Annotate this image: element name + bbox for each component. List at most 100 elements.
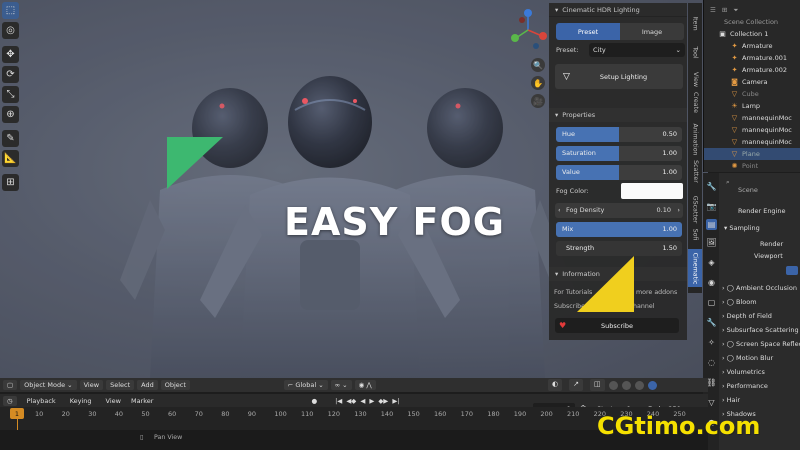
bloom-section[interactable]: › ◯ Bloom bbox=[722, 298, 757, 306]
object-icon[interactable]: ▢ bbox=[706, 297, 717, 308]
fog-color-swatch[interactable] bbox=[621, 183, 683, 199]
editor-type-icon[interactable]: ▢ bbox=[3, 380, 18, 390]
samples-field[interactable] bbox=[786, 266, 798, 275]
tab-preset[interactable]: Preset bbox=[556, 23, 620, 40]
play-icon[interactable]: ▶ bbox=[369, 397, 374, 405]
outliner-item[interactable]: ✦ Armature bbox=[704, 40, 800, 52]
transform-orientation-dropdown[interactable]: ⌐ Global ⌄ bbox=[283, 380, 328, 390]
outliner-item[interactable]: ▽ mannequinMoc bbox=[704, 112, 800, 124]
menu-add[interactable]: Add bbox=[137, 380, 158, 390]
outliner-item[interactable]: ▽ Cube bbox=[704, 88, 800, 100]
chevron-right-icon[interactable]: › bbox=[677, 206, 680, 214]
prev-key-icon[interactable]: ◀◆ bbox=[346, 397, 356, 405]
solid-shading-icon[interactable] bbox=[621, 381, 631, 390]
cursor-icon[interactable]: ◎ bbox=[2, 22, 19, 39]
ambient-occlusion-section[interactable]: › ◯ Ambient Occlusion bbox=[722, 284, 797, 292]
saturation-slider[interactable]: Saturation 1.00 bbox=[556, 146, 682, 161]
view-layer-icon[interactable]: ⊞ bbox=[722, 6, 727, 14]
strength-field[interactable]: Strength 1.50 bbox=[556, 241, 682, 256]
outliner-item-selected[interactable]: ▽ Plane bbox=[704, 148, 800, 160]
setup-lighting-button[interactable]: ▽ Setup Lighting bbox=[555, 64, 683, 89]
tab-scatter[interactable]: Scatter bbox=[688, 155, 702, 187]
annotate-icon[interactable]: ✎ bbox=[2, 130, 19, 147]
tool-icon[interactable]: 🔧 bbox=[706, 181, 717, 192]
volumetrics-section[interactable]: › Volumetrics bbox=[722, 368, 765, 376]
tab-image[interactable]: Image bbox=[620, 23, 684, 40]
camera-view-icon[interactable]: 🎥 bbox=[531, 94, 545, 108]
sampling-section[interactable]: ▾ Sampling bbox=[724, 224, 760, 232]
menu-view[interactable]: View bbox=[79, 380, 104, 390]
outliner-item[interactable]: ☀ Lamp bbox=[704, 100, 800, 112]
xray-icon[interactable]: ◫ bbox=[589, 379, 605, 391]
motion-blur-section[interactable]: › ◯ Motion Blur bbox=[722, 354, 773, 362]
outliner-item[interactable]: ✺ Point bbox=[704, 160, 800, 172]
gizmo-icon[interactable]: ↗ bbox=[569, 379, 583, 391]
rendered-shading-icon[interactable] bbox=[647, 381, 657, 390]
move-icon[interactable]: ✥ bbox=[2, 46, 19, 63]
tab-item[interactable]: Item bbox=[688, 9, 702, 37]
mix-slider[interactable]: Mix 1.00 bbox=[556, 222, 682, 237]
hair-section[interactable]: › Hair bbox=[722, 396, 740, 404]
value-slider[interactable]: Value 1.00 bbox=[556, 165, 682, 180]
zoom-icon[interactable]: 🔍 bbox=[531, 58, 545, 72]
filter-icon[interactable]: ☰ bbox=[710, 6, 716, 14]
proportional-edit-icon[interactable]: ◉ ⋀ bbox=[354, 380, 376, 390]
outliner-item[interactable]: ▣ Collection 1 bbox=[704, 28, 800, 40]
performance-section[interactable]: › Performance bbox=[722, 382, 768, 390]
menu-playback[interactable]: Playback bbox=[27, 397, 56, 405]
outliner-item[interactable]: ✦ Armature.002 bbox=[704, 64, 800, 76]
outliner-scene-collection[interactable]: Scene Collection bbox=[704, 16, 800, 28]
view-layer-icon[interactable]: 🖼 bbox=[706, 237, 717, 248]
world-icon[interactable]: ◉ bbox=[706, 277, 717, 288]
hand-pan-icon[interactable]: ✋ bbox=[531, 76, 545, 90]
ssr-section[interactable]: › ◯ Screen Space Reflections bbox=[722, 340, 800, 348]
tab-gscatter[interactable]: GScatter bbox=[688, 191, 702, 227]
object-mode-dropdown[interactable]: Object Mode ⌄ bbox=[20, 380, 77, 390]
panel-header[interactable]: ▾ Cinematic HDR Lighting bbox=[549, 3, 687, 17]
timeline-editor-icon[interactable]: ◷ bbox=[3, 395, 17, 406]
render-properties-icon[interactable]: ▤ bbox=[706, 219, 717, 230]
outliner-item[interactable]: ▽ mannequinMoc bbox=[704, 124, 800, 136]
modifier-icon[interactable]: 🔧 bbox=[706, 317, 717, 328]
menu-select[interactable]: Select bbox=[106, 380, 135, 390]
menu-marker[interactable]: Marker bbox=[131, 397, 153, 405]
menu-object[interactable]: Object bbox=[160, 380, 190, 390]
next-key-icon[interactable]: ◆▶ bbox=[378, 397, 388, 405]
material-shading-icon[interactable] bbox=[634, 381, 644, 390]
render-icon[interactable]: 📷 bbox=[706, 201, 717, 212]
hue-slider[interactable]: Hue 0.50 bbox=[556, 127, 682, 142]
chevron-left-icon[interactable]: ‹ bbox=[558, 206, 561, 214]
outliner-item[interactable]: ✦ Armature.001 bbox=[704, 52, 800, 64]
measure-icon[interactable]: 📐 bbox=[2, 150, 19, 167]
properties-subpanel-header[interactable]: ▾ Properties bbox=[549, 108, 687, 122]
fog-density-field[interactable]: ‹ Fog Density 0.10 › bbox=[555, 203, 683, 218]
subsurface-section[interactable]: › Subsurface Scattering bbox=[722, 326, 799, 334]
outliner-item[interactable]: ▽ mannequinMoc bbox=[704, 136, 800, 148]
tab-animation[interactable]: Animation bbox=[688, 119, 702, 159]
search-icon[interactable]: ⌕ bbox=[726, 178, 730, 187]
tab-tool[interactable]: Tool bbox=[688, 39, 702, 65]
tab-create[interactable]: Create bbox=[688, 87, 702, 117]
overlay-icon[interactable]: ◐ bbox=[548, 379, 563, 391]
jump-end-icon[interactable]: ▶| bbox=[392, 397, 399, 405]
record-icon[interactable]: ● bbox=[311, 397, 317, 405]
tab-cinematic[interactable]: Cinematic bbox=[688, 249, 702, 287]
menu-view[interactable]: View bbox=[106, 397, 121, 405]
navigation-gizmo[interactable] bbox=[506, 6, 550, 56]
select-box-icon[interactable]: ⬚ bbox=[2, 2, 19, 19]
subscribe-button[interactable]: Subscribe bbox=[555, 318, 679, 333]
physics-icon[interactable]: ◌ bbox=[706, 357, 717, 368]
outliner-item[interactable]: ◙ Camera bbox=[704, 76, 800, 88]
depth-of-field-section[interactable]: › Depth of Field bbox=[722, 312, 772, 320]
menu-keying[interactable]: Keying bbox=[70, 397, 92, 405]
rotate-icon[interactable]: ⟳ bbox=[2, 66, 19, 83]
scale-icon[interactable]: ⤡ bbox=[2, 86, 19, 103]
add-cube-icon[interactable]: ⊞ bbox=[2, 174, 19, 191]
play-reverse-icon[interactable]: ◀ bbox=[360, 397, 365, 405]
funnel-icon[interactable]: ⏷ bbox=[733, 6, 738, 15]
particles-icon[interactable]: ✧ bbox=[706, 337, 717, 348]
tab-sofi[interactable]: Sofi bbox=[688, 223, 702, 245]
preset-dropdown[interactable]: City ⌄ bbox=[589, 43, 685, 57]
snap-icon[interactable]: ∞ ⌄ bbox=[330, 380, 352, 390]
scene-icon[interactable]: ◈ bbox=[706, 257, 717, 268]
